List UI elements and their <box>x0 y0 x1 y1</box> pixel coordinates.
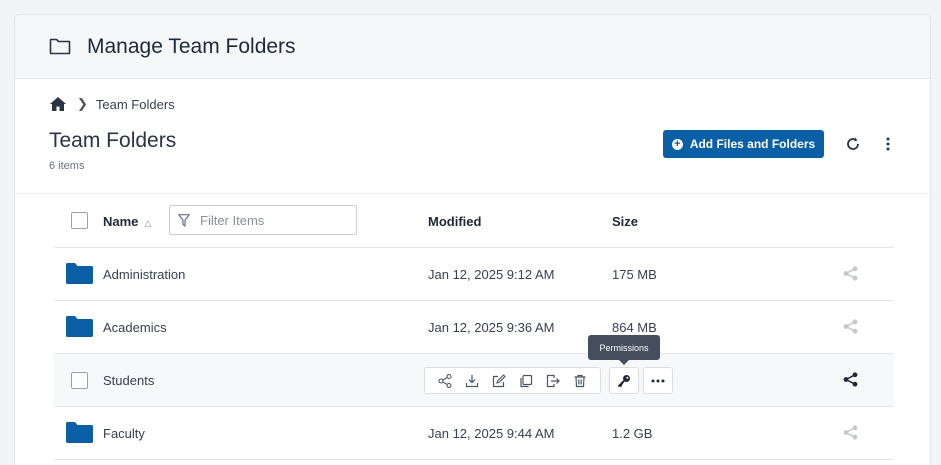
horizontal-ellipsis-icon <box>651 379 665 382</box>
filter-icon <box>178 213 190 227</box>
page-title: Team Folders <box>49 129 177 152</box>
move-icon[interactable] <box>546 374 561 388</box>
share-outline-icon[interactable] <box>438 373 452 388</box>
breadcrumb-item-team-folders[interactable]: Team Folders <box>96 97 175 112</box>
breadcrumb: ❯ Team Folders <box>49 96 175 112</box>
download-icon[interactable] <box>465 374 479 388</box>
plus-circle-icon: + <box>671 138 683 150</box>
table-header: Name△ Modified Size <box>54 194 894 248</box>
folder-icon <box>66 263 93 284</box>
table-row[interactable]: Academics Jan 12, 2025 9:36 AM 864 MB <box>54 301 894 354</box>
permissions-button[interactable] <box>609 367 639 394</box>
table-row[interactable]: Administration Jan 12, 2025 9:12 AM 175 … <box>54 248 894 301</box>
vertical-ellipsis-icon <box>886 137 890 151</box>
team-folders-panel: Manage Team Folders ❯ Team Folders Team … <box>14 14 931 465</box>
more-actions-button[interactable] <box>643 367 673 394</box>
column-header-size[interactable]: Size <box>612 214 638 229</box>
row-modified: Jan 12, 2025 9:44 AM <box>428 426 555 441</box>
share-icon[interactable] <box>843 425 858 440</box>
share-icon[interactable] <box>843 266 858 281</box>
share-icon[interactable] <box>843 372 858 387</box>
item-count: 6 items <box>49 160 85 172</box>
folder-icon <box>66 316 93 337</box>
row-size: 864 MB <box>612 320 657 335</box>
filter-items-box[interactable] <box>169 205 357 235</box>
row-modified: Jan 12, 2025 9:36 AM <box>428 320 555 335</box>
folder-icon <box>66 422 93 443</box>
trash-icon[interactable] <box>573 374 587 388</box>
chevron-right-icon: ❯ <box>77 96 88 111</box>
sort-up-icon: △ <box>144 218 152 228</box>
home-icon[interactable] <box>49 96 67 112</box>
row-name[interactable]: Academics <box>103 320 167 335</box>
column-header-modified[interactable]: Modified <box>428 214 481 229</box>
folder-outline-icon <box>49 38 71 55</box>
key-icon <box>617 374 630 387</box>
app-header: Manage Team Folders <box>15 15 930 79</box>
add-files-label: Add Files and Folders <box>689 137 816 151</box>
refresh-button[interactable] <box>845 136 861 152</box>
folders-table: Name△ Modified Size Administration Jan 1… <box>54 194 894 460</box>
table-row[interactable]: Faculty Jan 12, 2025 9:44 AM 1.2 GB <box>54 407 894 460</box>
add-files-and-folders-button[interactable]: + Add Files and Folders <box>663 130 824 158</box>
row-name[interactable]: Administration <box>103 267 185 282</box>
row-size: 1.2 GB <box>612 426 653 441</box>
table-row-hovered[interactable]: Permissions Students <box>54 335 894 407</box>
column-header-name[interactable]: Name △ <box>103 214 151 229</box>
row-checkbox[interactable] <box>71 372 88 389</box>
row-modified: Jan 12, 2025 9:12 AM <box>428 267 555 282</box>
permissions-tooltip: Permissions <box>588 335 660 365</box>
refresh-icon <box>847 137 859 150</box>
app-title: Manage Team Folders <box>87 35 296 58</box>
row-actions-toolbar <box>424 367 601 394</box>
copy-icon[interactable] <box>519 374 533 388</box>
select-all-checkbox[interactable] <box>71 212 88 229</box>
edit-icon[interactable] <box>492 373 506 388</box>
filter-items-input[interactable] <box>200 212 340 228</box>
row-size: 175 MB <box>612 267 657 282</box>
row-name[interactable]: Students <box>103 373 154 388</box>
more-options-button[interactable] <box>880 136 896 152</box>
share-icon[interactable] <box>843 319 858 334</box>
row-name[interactable]: Faculty <box>103 426 145 441</box>
